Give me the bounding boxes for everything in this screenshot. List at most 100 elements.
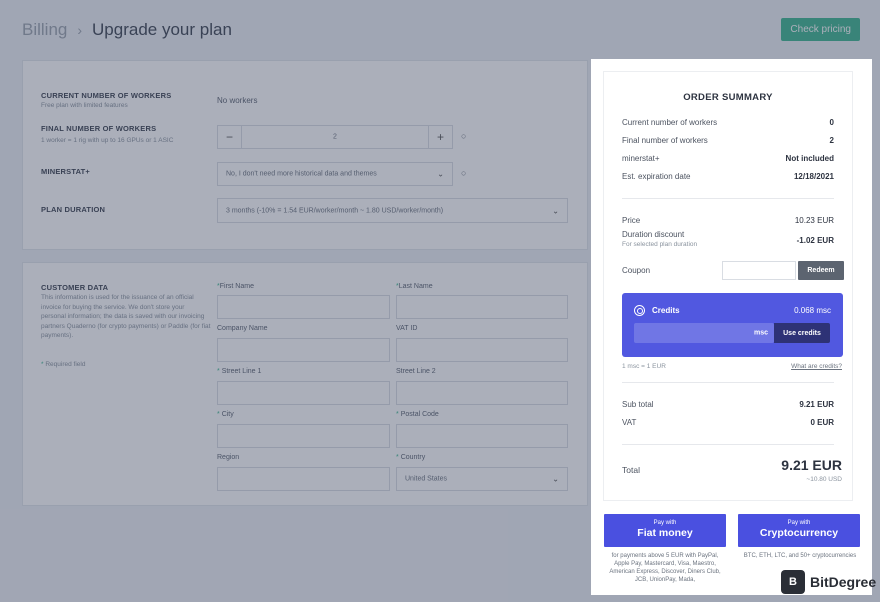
total-label: Total <box>622 465 640 475</box>
vat-id-label: VAT ID <box>396 325 418 332</box>
first-name-label: *First Name <box>217 283 254 290</box>
price-row: Price 10.23 EUR <box>622 216 834 225</box>
page: Billing › Upgrade your plan Check pricin… <box>0 0 880 602</box>
summary-row-value: 12/18/2021 <box>793 172 834 181</box>
summary-row: minerstat+ Not included <box>622 154 834 163</box>
redeem-button[interactable]: Redeem <box>798 261 844 280</box>
country-select-value: United States <box>405 475 448 483</box>
chevron-down-icon: ⌄ <box>437 169 444 179</box>
country-label: * Country <box>396 454 426 461</box>
price-label: Price <box>622 216 641 225</box>
street1-label: * Street Line 1 <box>217 368 262 375</box>
current-workers-value: No workers <box>217 96 258 105</box>
city-label-text: City <box>221 411 234 418</box>
vat-row: VAT 0 EUR <box>622 418 834 427</box>
order-summary-card: ORDER SUMMARY Current number of workers … <box>603 71 853 501</box>
summary-row-value: 2 <box>829 136 834 145</box>
what-are-credits-link[interactable]: What are credits? <box>791 363 842 370</box>
city-label: * City <box>217 411 234 418</box>
breadcrumb-billing[interactable]: Billing <box>22 20 67 40</box>
company-name-field[interactable] <box>217 338 390 362</box>
vat-label: VAT <box>622 418 637 427</box>
pay-fiat-button[interactable]: Pay with Fiat money <box>604 514 726 547</box>
summary-row-value: Not included <box>785 154 834 163</box>
chevron-down-icon: ⌄ <box>552 474 559 484</box>
summary-row-label: Final number of workers <box>622 136 708 145</box>
required-note-text: Required field <box>45 361 86 368</box>
vat-id-field[interactable] <box>396 338 568 362</box>
pay-with-label: Pay with <box>653 520 677 526</box>
minerstat-label: MINERSTAT+ <box>41 167 91 176</box>
total-value: 9.21 EUR <box>781 457 842 473</box>
coupon-label: Coupon <box>622 266 650 275</box>
subtotal-row: Sub total 9.21 EUR <box>622 400 834 409</box>
region-field[interactable] <box>217 467 390 491</box>
first-name-label-text: First Name <box>219 283 254 290</box>
postal-code-label: * Postal Code <box>396 411 439 418</box>
use-credits-button[interactable]: Use credits <box>774 323 830 343</box>
postal-code-field[interactable] <box>396 424 568 448</box>
divider <box>622 382 834 383</box>
summary-row: Current number of workers 0 <box>622 118 834 127</box>
total-usd: ~10.80 USD <box>806 476 842 483</box>
customer-card: CUSTOMER DATA This information is used f… <box>22 262 588 506</box>
pay-crypto-button[interactable]: Pay with Cryptocurrency <box>738 514 860 547</box>
summary-row: Final number of workers 2 <box>622 136 834 145</box>
street1-field[interactable] <box>217 381 390 405</box>
region-label: Region <box>217 454 240 461</box>
last-name-field[interactable] <box>396 295 568 319</box>
summary-row-label: Est. expiration date <box>622 172 691 181</box>
bitdegree-watermark: B BitDegree <box>781 570 876 594</box>
required-note: * Required field <box>41 361 86 368</box>
first-name-field[interactable] <box>217 295 390 319</box>
minerstat-select[interactable]: No, I don't need more historical data an… <box>217 162 453 186</box>
duration-select[interactable]: 3 months (-10% = 1.54 EUR/worker/month ~… <box>217 198 568 223</box>
customer-description: This information is used for the issuanc… <box>41 294 211 339</box>
credits-title: Credits <box>652 306 680 315</box>
price-value: 10.23 EUR <box>794 216 834 225</box>
bitdegree-logo-icon: B <box>781 570 805 594</box>
page-title: Upgrade your plan <box>92 20 232 39</box>
workers-stepper[interactable]: − 2 + <box>217 125 453 149</box>
coin-icon <box>634 305 645 316</box>
page-header: Billing › Upgrade your plan Check pricin… <box>22 18 860 42</box>
duration-label: PLAN DURATION <box>41 205 106 214</box>
coupon-label-text: Coupon <box>622 266 651 275</box>
country-label-text: Country <box>400 454 426 461</box>
fiat-money-label: Fiat money <box>637 527 693 539</box>
last-name-label-text: Last Name <box>398 283 433 290</box>
credits-unit: msc <box>753 329 768 337</box>
lightbulb-icon[interactable]: ○ <box>461 168 466 178</box>
summary-row: Est. expiration date 12/18/2021 <box>622 172 834 181</box>
country-select[interactable]: United States ⌄ <box>396 467 568 491</box>
final-workers-sub: 1 worker = 1 rig with up to 16 GPUs or 1… <box>41 137 174 144</box>
lightbulb-icon[interactable]: ○ <box>461 131 466 141</box>
vat-value: 0 EUR <box>810 418 834 427</box>
summary-row-label: minerstat+ <box>622 154 660 163</box>
plan-card: CURRENT NUMBER OF WORKERS Free plan with… <box>22 60 588 250</box>
city-field[interactable] <box>217 424 390 448</box>
current-workers-sub: Free plan with limited features <box>41 102 128 109</box>
postal-code-label-text: Postal Code <box>400 411 439 418</box>
last-name-label: *Last Name <box>396 283 433 290</box>
current-workers-label: CURRENT NUMBER OF WORKERS <box>41 91 172 100</box>
street2-field[interactable] <box>396 381 568 405</box>
street2-label: Street Line 2 <box>396 368 436 375</box>
coupon-input[interactable] <box>722 261 796 280</box>
workers-stepper-value[interactable]: 2 <box>333 134 337 141</box>
summary-row-value: 0 <box>829 118 834 127</box>
bitdegree-logo-text: BitDegree <box>810 574 877 590</box>
subtotal-value: 9.21 EUR <box>799 400 834 409</box>
credits-box: Credits 0.068 msc msc Use credits <box>622 293 843 357</box>
check-pricing-button[interactable]: Check pricing <box>781 18 860 41</box>
increment-button[interactable]: + <box>428 126 452 148</box>
summary-row-label: Current number of workers <box>622 118 718 127</box>
decrement-button[interactable]: − <box>218 126 242 148</box>
cryptocurrency-label: Cryptocurrency <box>759 527 839 539</box>
final-workers-label: FINAL NUMBER OF WORKERS <box>41 124 157 133</box>
discount-sub: For selected plan duration <box>622 241 698 248</box>
credits-input[interactable]: msc <box>634 323 774 343</box>
divider <box>622 198 834 199</box>
street1-label-text: Street Line 1 <box>221 368 262 375</box>
duration-select-value: 3 months (-10% = 1.54 EUR/worker/month ~… <box>226 207 444 214</box>
